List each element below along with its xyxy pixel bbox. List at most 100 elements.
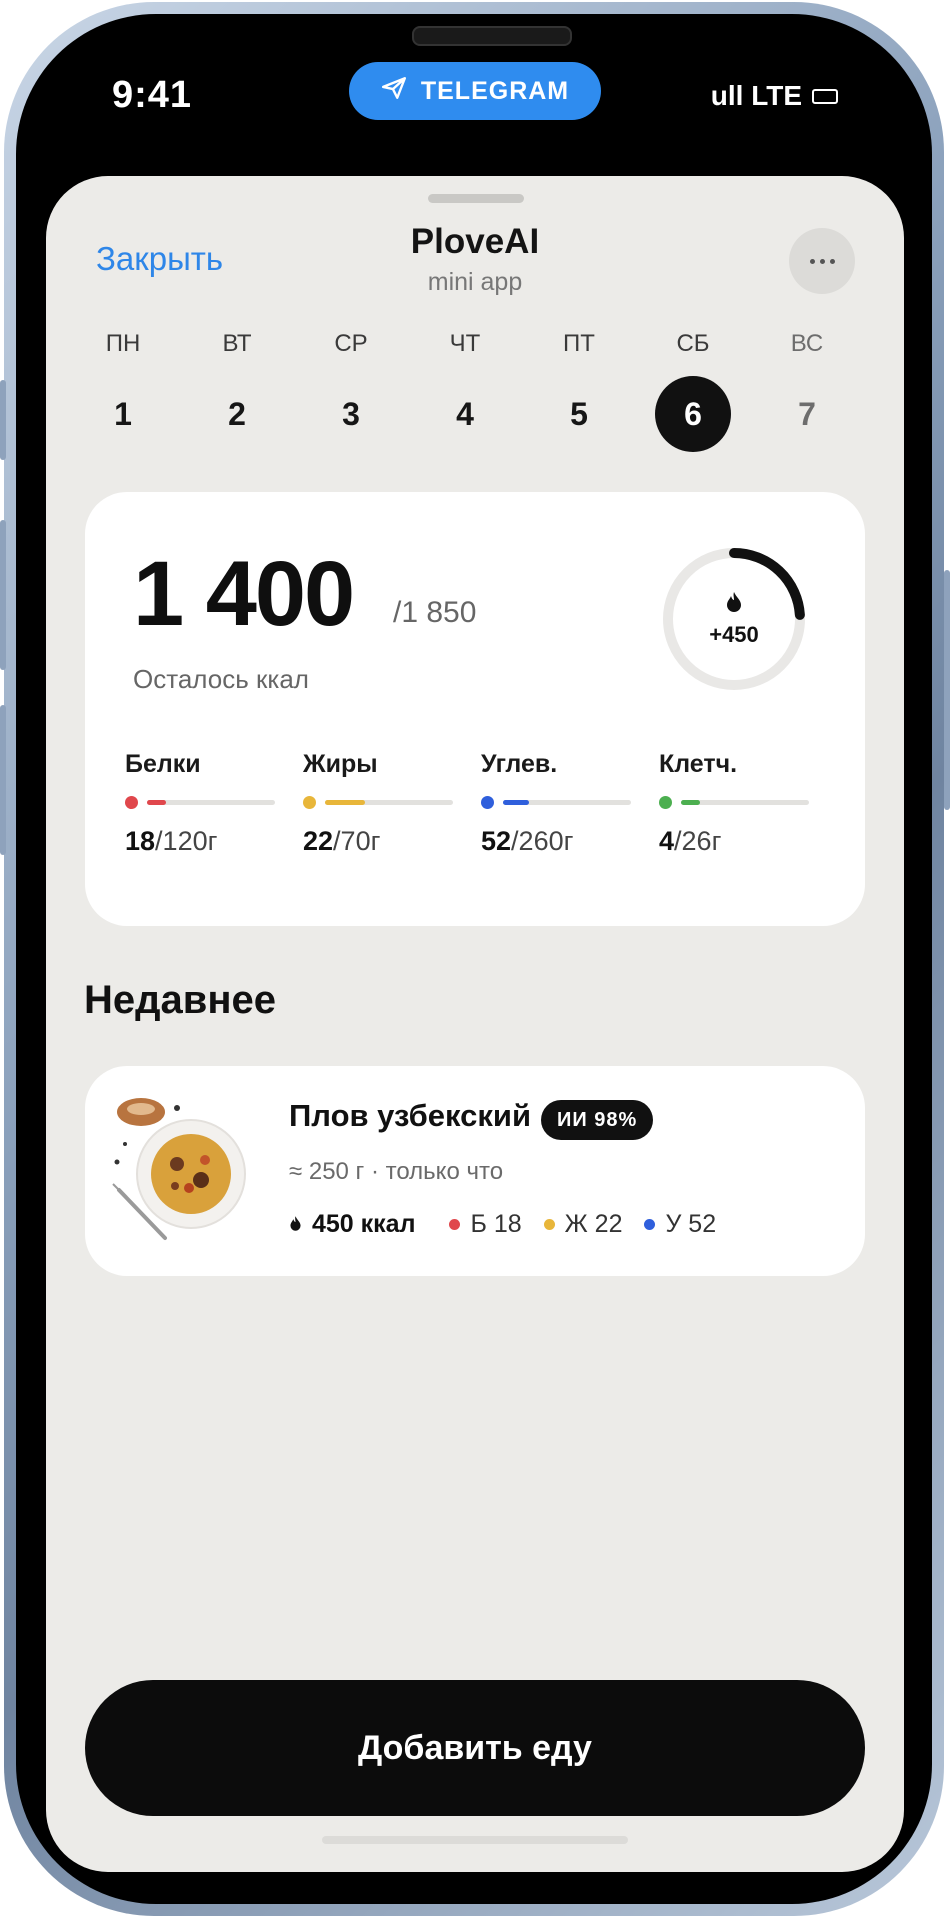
sheet-grabber[interactable]: [428, 194, 524, 203]
power-button: [944, 570, 950, 810]
macro-value: 18/120г: [125, 826, 275, 857]
mute-switch: [0, 380, 6, 460]
macro-value: 4/26г: [659, 826, 809, 857]
recent-section-title: Недавнее: [84, 978, 277, 1022]
macro-bar: [659, 794, 809, 810]
day-name: СР: [334, 330, 368, 357]
macro-protein: Белки 18/120г: [125, 750, 275, 857]
day-thu[interactable]: ЧТ 4: [425, 324, 505, 452]
day-number-selected: 6: [655, 376, 731, 452]
macro-fill: [325, 800, 365, 805]
macro-current: 52: [481, 826, 512, 856]
protein-dot-icon: [449, 1219, 461, 1230]
macro-dot: [481, 796, 494, 809]
plov-dish-image: [112, 1098, 246, 1240]
food-carbs: У 52: [665, 1210, 717, 1238]
macro-dot: [303, 796, 316, 809]
day-sat[interactable]: СБ 6: [653, 324, 733, 452]
day-fri[interactable]: ПТ 5: [539, 324, 619, 452]
macro-fill: [681, 800, 701, 805]
more-options-button[interactable]: [789, 228, 855, 294]
more-dot-icon: [809, 258, 815, 264]
day-number: 1: [114, 395, 132, 432]
ring-center: +450: [659, 544, 809, 694]
home-indicator: [322, 1836, 628, 1844]
day-name: ПТ: [563, 330, 595, 357]
macro-dot: [125, 796, 138, 809]
battery-icon: [812, 88, 838, 104]
flame-icon: [289, 1210, 302, 1239]
macro-fiber: Клетч. 4/26г: [659, 750, 809, 857]
day-number: 3: [342, 395, 360, 432]
macro-target: /26г: [674, 826, 722, 856]
flame-icon: [725, 591, 743, 618]
food-kcal: 450 ккал: [312, 1210, 416, 1238]
macro-current: 22: [303, 826, 334, 856]
day-name: СБ: [676, 330, 710, 357]
volume-up-button: [0, 520, 6, 670]
day-name: ВТ: [222, 330, 252, 357]
carbs-dot-icon: [644, 1219, 656, 1230]
macro-name: Углев.: [481, 750, 558, 778]
ring-value: +450: [709, 621, 759, 647]
macro-target: /120г: [155, 826, 218, 856]
day-wed[interactable]: СР 3: [311, 324, 391, 452]
day-name: ВС: [790, 330, 824, 357]
day-name: ЧТ: [449, 330, 481, 357]
macro-bar: [481, 794, 631, 810]
macro-value: 22/70г: [303, 826, 453, 857]
macro-fat: Жиры 22/70г: [303, 750, 453, 857]
macro-name: Жиры: [303, 750, 378, 778]
week-selector: ПН 1 ВТ 2 СР 3 ЧТ 4 ПТ 5 СБ 6 ВС 7: [83, 324, 883, 454]
app-subtitle: mini app: [427, 268, 523, 296]
day-number: 2: [228, 395, 246, 432]
day-number: 5: [570, 395, 588, 432]
macro-track: [147, 800, 275, 805]
macro-current: 4: [659, 826, 675, 856]
recent-food-card[interactable]: Плов узбекский ИИ 98% ≈ 250 г · только ч…: [85, 1066, 865, 1276]
more-dot-icon: [819, 258, 825, 264]
macro-fill: [147, 800, 167, 805]
app-title: PloveAI: [410, 222, 540, 261]
ai-confidence-badge: ИИ 98%: [541, 1100, 654, 1140]
kcal-goal: /1 850: [393, 596, 477, 629]
day-number: 4: [456, 395, 474, 432]
macro-name: Клетч.: [659, 750, 738, 778]
day-tue[interactable]: ВТ 2: [197, 324, 277, 452]
macro-bar: [125, 794, 275, 810]
volume-down-button: [0, 705, 6, 855]
status-time: 9:41: [112, 74, 193, 116]
food-name: Плов узбекский: [289, 1098, 532, 1133]
status-indicators: ull LTE: [711, 80, 838, 112]
food-stats: 450 ккал Б 18 Ж 22 У 52: [289, 1210, 716, 1239]
fat-dot-icon: [543, 1219, 555, 1230]
macro-bar: [303, 794, 453, 810]
calorie-summary-card[interactable]: 1 400 /1 850 Осталось ккал +450 Белки 18…: [85, 492, 865, 926]
day-name: ПН: [105, 330, 141, 357]
macro-carbs: Углев. 52/260г: [481, 750, 631, 857]
remaining-kcal: 1 400: [133, 543, 355, 645]
day-mon[interactable]: ПН 1: [83, 324, 163, 452]
macro-current: 18: [125, 826, 156, 856]
signal-label: ull LTE: [710, 80, 802, 111]
macro-target: /260г: [511, 826, 574, 856]
macro-target: /70г: [333, 826, 381, 856]
paper-plane-icon: [381, 75, 407, 108]
macro-name: Белки: [125, 750, 201, 778]
macro-track: [325, 800, 453, 805]
speaker-grille: [412, 26, 572, 46]
day-number: 7: [798, 395, 816, 432]
day-sun[interactable]: ВС 7: [767, 324, 847, 452]
macro-fill: [503, 800, 529, 805]
remaining-kcal-label: Осталось ккал: [133, 664, 309, 694]
macro-value: 52/260г: [481, 826, 631, 857]
add-food-button[interactable]: Добавить еду: [85, 1680, 865, 1816]
macro-dot: [659, 796, 672, 809]
food-protein: Б 18: [470, 1210, 522, 1238]
mini-app-sheet: Закрыть PloveAI mini app ПН 1 ВТ 2 СР 3 …: [46, 176, 904, 1872]
macro-track: [681, 800, 809, 805]
food-meta: ≈ 250 г · только что: [289, 1158, 504, 1185]
more-dot-icon: [829, 258, 835, 264]
telegram-pill[interactable]: TELEGRAM: [349, 62, 601, 120]
food-fat: Ж 22: [564, 1210, 623, 1238]
